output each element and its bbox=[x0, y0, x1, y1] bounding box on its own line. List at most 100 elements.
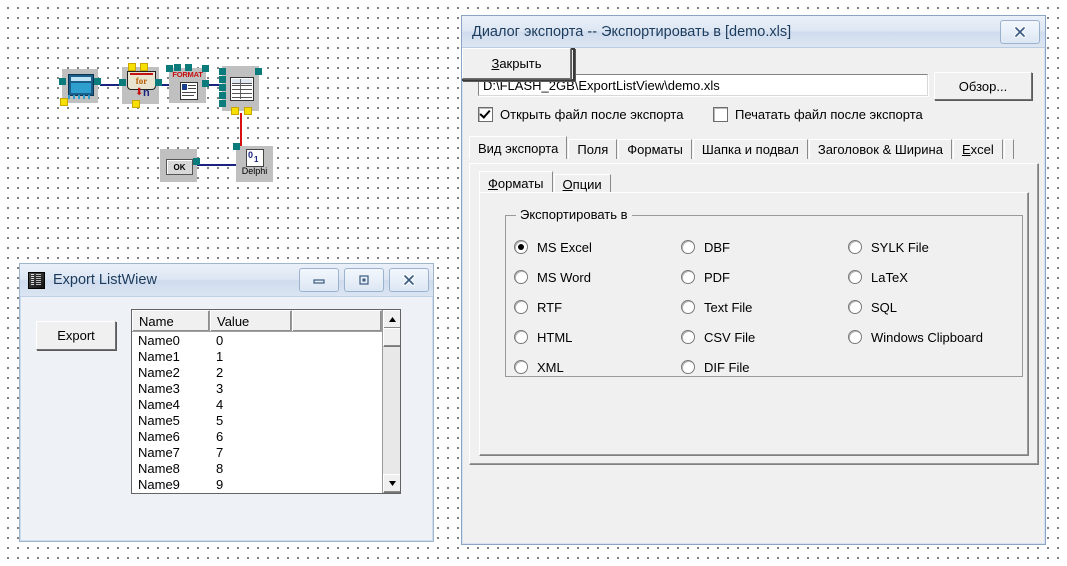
radio-option-ms-word[interactable]: MS Word bbox=[514, 270, 681, 285]
port-out bbox=[193, 158, 200, 165]
cell-value: 7 bbox=[216, 445, 224, 460]
radio-unselected-icon bbox=[514, 300, 528, 314]
dialog-button-bar bbox=[469, 468, 1038, 536]
print-after-export-checkbox[interactable]: Печатать файл после экспорта bbox=[713, 107, 1029, 122]
radio-option-dbf[interactable]: DBF bbox=[681, 240, 848, 255]
radio-option-html[interactable]: HTML bbox=[514, 330, 681, 345]
radio-option-sql[interactable]: SQL bbox=[848, 300, 1015, 315]
table-row[interactable]: Name2 2 bbox=[138, 365, 400, 381]
radio-option-csv-file[interactable]: CSV File bbox=[681, 330, 848, 345]
port-event-a bbox=[128, 63, 136, 71]
table-row[interactable]: Name6 6 bbox=[138, 429, 400, 445]
table-row[interactable]: Name0 0 bbox=[138, 333, 400, 349]
cell-value: 10 bbox=[216, 493, 230, 494]
radio-option-windows-clipboard[interactable]: Windows Clipboard bbox=[848, 330, 1015, 345]
listview-window-titlebar[interactable]: Export ListWiew bbox=[20, 264, 433, 297]
export-listview-window[interactable]: Export ListWiew Export Name Value Name0 0… bbox=[19, 263, 434, 542]
radio-option-xml[interactable]: XML bbox=[514, 360, 681, 375]
port-event-b bbox=[140, 63, 148, 71]
sub-tabstrip[interactable]: Форматы Опции bbox=[479, 171, 612, 194]
tab-excel[interactable]: Excel bbox=[952, 139, 1003, 159]
export-type-panel: Форматы Опции Экспортировать в MS Excel DB… bbox=[469, 163, 1039, 465]
format-radio-grid[interactable]: MS Excel DBF SYLK File MS Word PDF LaTeX RTF Te… bbox=[514, 232, 1016, 382]
tab-заголовок-ширина[interactable]: Заголовок & Ширина bbox=[808, 139, 952, 159]
subtab-форматы[interactable]: Форматы bbox=[479, 171, 553, 194]
listview-control[interactable]: Name Value Name0 0 Name1 1 Name2 2 Name3 3 Name4… bbox=[131, 309, 401, 494]
tab-overflow[interactable] bbox=[1003, 139, 1014, 159]
column-header-blank[interactable] bbox=[292, 310, 382, 331]
diagram-node-delphi[interactable]: 0 1 Delphi bbox=[233, 143, 273, 182]
browse-button[interactable]: Обзор... bbox=[934, 72, 1032, 100]
cell-value: 8 bbox=[216, 461, 224, 476]
dialog-close-button[interactable] bbox=[1000, 19, 1040, 44]
export-dialog-window[interactable]: Диалог экспорта -- Экспортировать в [dem… bbox=[461, 15, 1046, 545]
radio-unselected-icon bbox=[848, 300, 862, 314]
radio-label: LaTeX bbox=[871, 269, 908, 285]
diagram-node-format[interactable]: FORMAT bbox=[166, 64, 209, 103]
radio-option-rtf[interactable]: RTF bbox=[514, 300, 681, 315]
radio-unselected-icon bbox=[514, 360, 528, 374]
port-4 bbox=[219, 92, 226, 99]
column-header-value[interactable]: Value bbox=[210, 310, 292, 331]
diagram-node-for-sub: n bbox=[143, 87, 150, 99]
radio-option-text-file[interactable]: Text File bbox=[681, 300, 848, 315]
radio-unselected-icon bbox=[681, 240, 695, 254]
radio-option-dif-file[interactable]: DIF File bbox=[681, 360, 848, 375]
main-tabstrip[interactable]: Вид экспорта Поля Форматы Шапка и подвал Заг… bbox=[469, 136, 1015, 159]
scroll-down-arrow-icon[interactable] bbox=[383, 474, 400, 493]
scrollbar-thumb[interactable] bbox=[383, 328, 400, 347]
open-after-export-checkbox[interactable]: Открыть файл после экспорта bbox=[478, 107, 683, 122]
table-row[interactable]: Name7 7 bbox=[138, 445, 400, 461]
cell-value: 3 bbox=[216, 381, 224, 396]
cell-value: 5 bbox=[216, 413, 224, 428]
tab-форматы[interactable]: Форматы bbox=[618, 139, 692, 159]
tab-вид-экспорта[interactable]: Вид экспорта bbox=[469, 136, 568, 159]
port-3 bbox=[219, 84, 226, 91]
diagram-node-for[interactable]: for ⬇ n bbox=[119, 63, 162, 108]
listview-window-title: Export ListWiew bbox=[53, 272, 157, 288]
minimize-button[interactable] bbox=[299, 268, 339, 292]
radio-label: MS Excel bbox=[537, 239, 592, 255]
listview-header: Name Value bbox=[132, 310, 400, 332]
port-in bbox=[233, 143, 240, 150]
tab-шапка-и-подвал[interactable]: Шапка и подвал bbox=[692, 139, 808, 159]
cell-value: 2 bbox=[216, 365, 224, 380]
cell-name: Name3 bbox=[138, 381, 180, 396]
diagram-node-listview[interactable] bbox=[219, 66, 262, 115]
diagram-node-form[interactable] bbox=[59, 69, 101, 106]
table-row[interactable]: Name5 5 bbox=[138, 413, 400, 429]
tab-label: Опции bbox=[562, 177, 602, 192]
cell-value: 6 bbox=[216, 429, 224, 444]
table-row[interactable]: Name3 3 bbox=[138, 381, 400, 397]
radio-option-pdf[interactable]: PDF bbox=[681, 270, 848, 285]
diagram-node-button-label: OK bbox=[166, 159, 193, 175]
tab-label: Вид экспорта bbox=[478, 140, 559, 156]
port-a bbox=[166, 65, 173, 72]
table-row-partial[interactable]: Name1010 bbox=[138, 493, 400, 494]
radio-option-ms-excel[interactable]: MS Excel bbox=[514, 240, 681, 255]
export-button[interactable]: Export bbox=[36, 321, 116, 350]
checkbox-checked-icon bbox=[478, 107, 493, 122]
listview-scrollbar[interactable] bbox=[382, 310, 400, 493]
scroll-up-arrow-icon[interactable] bbox=[383, 310, 400, 329]
radio-option-latex[interactable]: LaTeX bbox=[848, 270, 1015, 285]
close-dialog-button[interactable]: Закрыть bbox=[462, 48, 571, 79]
radio-label: DBF bbox=[704, 239, 730, 255]
table-row[interactable]: Name8 8 bbox=[138, 461, 400, 477]
maximize-button[interactable] bbox=[344, 268, 384, 292]
table-row[interactable]: Name1 1 bbox=[138, 349, 400, 365]
export-dialog-titlebar[interactable]: Диалог экспорта -- Экспортировать в [dem… bbox=[462, 16, 1045, 48]
column-header-name[interactable]: Name bbox=[132, 310, 210, 331]
tab-поля[interactable]: Поля bbox=[568, 139, 618, 159]
print-after-export-label: Печатать файл после экспорта bbox=[735, 107, 923, 122]
app-icon bbox=[28, 271, 45, 289]
close-button[interactable] bbox=[389, 268, 429, 292]
table-row[interactable]: Name9 9 bbox=[138, 477, 400, 493]
table-row[interactable]: Name4 4 bbox=[138, 397, 400, 413]
radio-option-sylk-file[interactable]: SYLK File bbox=[848, 240, 1015, 255]
diagram-node-button[interactable]: OK bbox=[160, 149, 200, 182]
close-dialog-label: Закрыть bbox=[491, 56, 542, 71]
port-5 bbox=[219, 100, 226, 107]
subtab-опции[interactable]: Опции bbox=[553, 174, 611, 194]
tab-label: Форматы bbox=[488, 175, 544, 191]
